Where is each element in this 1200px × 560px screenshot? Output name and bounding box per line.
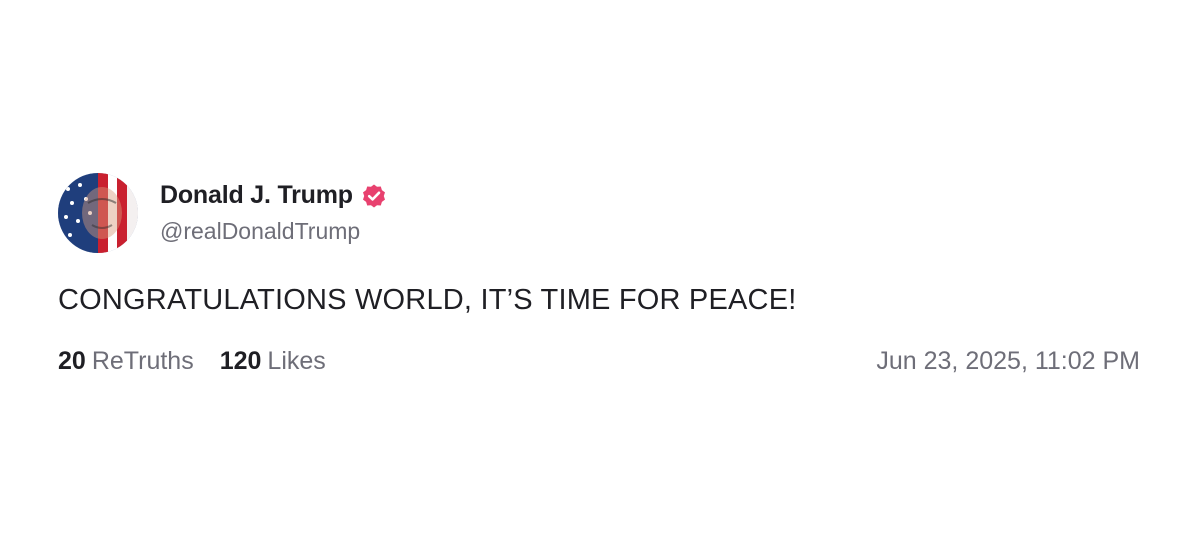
post-stats: 20 ReTruths 120 Likes — [58, 347, 352, 376]
post-header: Donald J. Trump @realDonaldTrump — [58, 172, 1148, 254]
author-info: Donald J. Trump @realDonaldTrump — [160, 181, 387, 245]
author-display-name[interactable]: Donald J. Trump — [160, 181, 353, 210]
verified-badge-icon — [361, 183, 387, 209]
post-footer: 20 ReTruths 120 Likes Jun 23, 2025, 11:02 … — [58, 347, 1148, 376]
author-handle[interactable]: @realDonaldTrump — [160, 218, 387, 245]
post-card: Donald J. Trump @realDonaldTrump CONGRAT… — [58, 172, 1148, 376]
flag-portrait-avatar-icon — [58, 173, 138, 253]
likes-count: 120 — [219, 347, 262, 375]
avatar[interactable] — [58, 173, 138, 253]
retruths-count: 20 — [58, 347, 86, 375]
retruths-label: ReTruths — [91, 347, 194, 375]
likes-stat[interactable]: 120 Likes — [220, 347, 326, 376]
post-timestamp[interactable]: Jun 23, 2025, 11:02 PM — [876, 347, 1140, 376]
retruths-stat[interactable]: 20 ReTruths — [58, 347, 194, 376]
likes-label: Likes — [267, 347, 326, 375]
post-text: CONGRATULATIONS WORLD, IT’S TIME FOR PEA… — [58, 284, 797, 316]
name-row: Donald J. Trump — [160, 181, 387, 210]
